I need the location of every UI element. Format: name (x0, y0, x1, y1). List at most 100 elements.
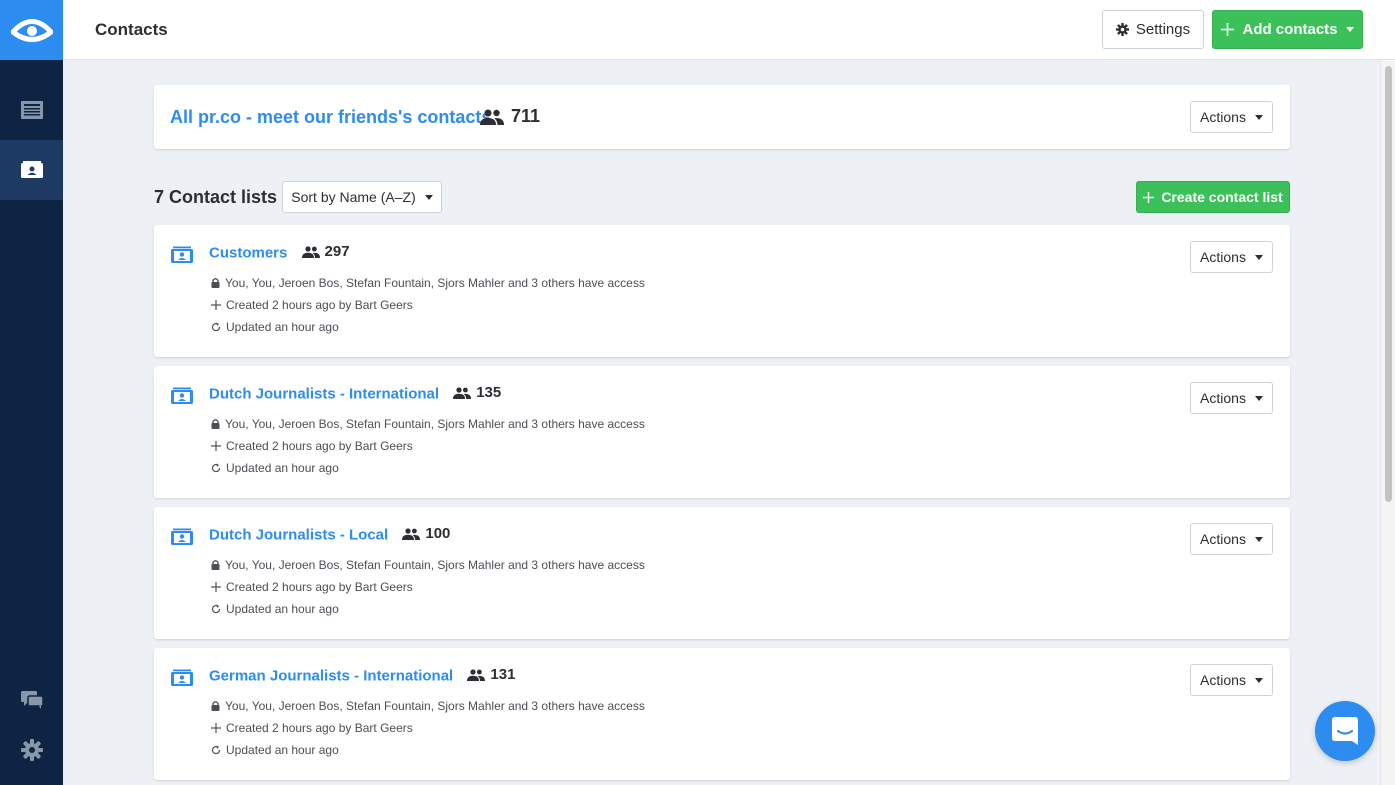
chevron-down-icon (1254, 677, 1263, 683)
created-info: Created 2 hours ago by Bart Geers (211, 721, 413, 735)
access-info: You, You, Jeroen Bos, Stefan Fountain, S… (211, 417, 645, 431)
page-title: Contacts (95, 20, 168, 39)
list-item: Dutch Journalists - Local 100 You, You, … (154, 507, 1290, 639)
create-list-label: Create contact list (1161, 189, 1283, 205)
count-value: 135 (476, 384, 502, 401)
actions-button[interactable]: Actions (1190, 664, 1273, 696)
sidebar (0, 0, 63, 785)
nav-newsroom[interactable] (0, 80, 63, 140)
count-value: 100 (425, 525, 451, 542)
created-text: Created 2 hours ago by Bart Geers (226, 580, 413, 594)
actions-label: Actions (1200, 249, 1246, 265)
actions-label: Actions (1200, 531, 1246, 547)
chat-icon (20, 691, 44, 709)
list-count: 131 (467, 666, 515, 683)
updated-text: Updated an hour ago (226, 320, 339, 334)
newspaper-icon (20, 101, 43, 119)
access-text: You, You, Jeroen Bos, Stefan Fountain, S… (225, 276, 645, 290)
sort-label: Sort by Name (A–Z) (291, 189, 416, 205)
access-info: You, You, Jeroen Bos, Stefan Fountain, S… (211, 558, 645, 572)
messenger-icon (1332, 717, 1358, 745)
scrollbar[interactable] (1380, 60, 1395, 785)
people-icon (480, 109, 504, 125)
lock-icon (211, 419, 220, 429)
refresh-icon (211, 604, 221, 614)
sort-dropdown[interactable]: Sort by Name (A–Z) (282, 181, 442, 213)
updated-info: Updated an hour ago (211, 602, 339, 616)
all-contacts-link[interactable]: All pr.co - meet our friends's contacts (170, 107, 491, 128)
settings-label: Settings (1135, 21, 1191, 38)
plus-icon (211, 441, 221, 451)
updated-info: Updated an hour ago (211, 320, 339, 334)
actions-label: Actions (1200, 390, 1246, 406)
updated-text: Updated an hour ago (226, 602, 339, 616)
eye-logo-icon (10, 19, 53, 42)
add-contacts-label: Add contacts (1242, 21, 1338, 38)
updated-info: Updated an hour ago (211, 461, 339, 475)
people-icon (453, 386, 472, 399)
plus-icon (211, 300, 221, 310)
created-text: Created 2 hours ago by Bart Geers (226, 439, 413, 453)
chevron-down-icon (1345, 27, 1354, 32)
plus-icon (211, 582, 221, 592)
chevron-down-icon (1254, 254, 1263, 260)
plus-icon (1221, 23, 1235, 36)
nav-contacts[interactable] (0, 140, 63, 200)
topbar: Contacts Settings Add contacts (63, 0, 1395, 60)
list-count: 135 (453, 384, 501, 401)
list-count: 297 (301, 243, 350, 260)
list-header: Dutch Journalists - Local 100 (209, 525, 450, 544)
actions-button[interactable]: Actions (1190, 241, 1273, 273)
create-contact-list-button[interactable]: Create contact list (1136, 181, 1290, 213)
nav-settings[interactable] (0, 725, 63, 775)
updated-info: Updated an hour ago (211, 743, 339, 757)
all-contacts-count: 711 (480, 106, 540, 127)
nav-chat[interactable] (0, 675, 63, 725)
contact-card-icon (20, 161, 43, 178)
actions-button[interactable]: Actions (1190, 101, 1273, 133)
refresh-icon (211, 322, 221, 332)
list-name-link[interactable]: Dutch Journalists - International (209, 386, 439, 403)
list-count: 100 (402, 525, 450, 542)
actions-label: Actions (1200, 109, 1246, 125)
list-name-link[interactable]: Dutch Journalists - Local (209, 527, 388, 544)
add-contacts-button[interactable]: Add contacts (1212, 10, 1363, 49)
people-icon (402, 527, 421, 540)
count-value: 131 (490, 666, 516, 683)
refresh-icon (211, 463, 221, 473)
contact-card-icon (171, 246, 193, 263)
list-name-link[interactable]: Customers (209, 245, 287, 262)
created-info: Created 2 hours ago by Bart Geers (211, 298, 413, 312)
count-value: 711 (511, 106, 541, 126)
updated-text: Updated an hour ago (226, 743, 339, 757)
lock-icon (211, 560, 220, 570)
plus-icon (211, 723, 221, 733)
chevron-down-icon (1254, 114, 1263, 120)
all-contacts-card: All pr.co - meet our friends's contacts … (154, 85, 1290, 149)
created-info: Created 2 hours ago by Bart Geers (211, 580, 413, 594)
access-text: You, You, Jeroen Bos, Stefan Fountain, S… (225, 417, 645, 431)
gear-icon (20, 739, 43, 761)
created-text: Created 2 hours ago by Bart Geers (226, 721, 413, 735)
contact-card-icon (171, 528, 193, 545)
access-info: You, You, Jeroen Bos, Stefan Fountain, S… (211, 276, 645, 290)
actions-label: Actions (1200, 672, 1246, 688)
actions-button[interactable]: Actions (1190, 523, 1273, 555)
people-icon (467, 668, 486, 681)
scrollbar-thumb[interactable] (1385, 66, 1392, 502)
messenger-launcher[interactable] (1315, 701, 1375, 761)
contact-card-icon (171, 669, 193, 686)
access-info: You, You, Jeroen Bos, Stefan Fountain, S… (211, 699, 645, 713)
chevron-down-icon (1254, 536, 1263, 542)
app-logo[interactable] (0, 0, 63, 60)
contact-card-icon (171, 387, 193, 404)
access-text: You, You, Jeroen Bos, Stefan Fountain, S… (225, 699, 645, 713)
actions-button[interactable]: Actions (1190, 382, 1273, 414)
lock-icon (211, 701, 220, 711)
list-name-link[interactable]: German Journalists - International (209, 668, 453, 685)
created-info: Created 2 hours ago by Bart Geers (211, 439, 413, 453)
settings-button[interactable]: Settings (1102, 10, 1204, 49)
people-icon (301, 245, 320, 258)
created-text: Created 2 hours ago by Bart Geers (226, 298, 413, 312)
list-header: Customers 297 (209, 243, 350, 262)
